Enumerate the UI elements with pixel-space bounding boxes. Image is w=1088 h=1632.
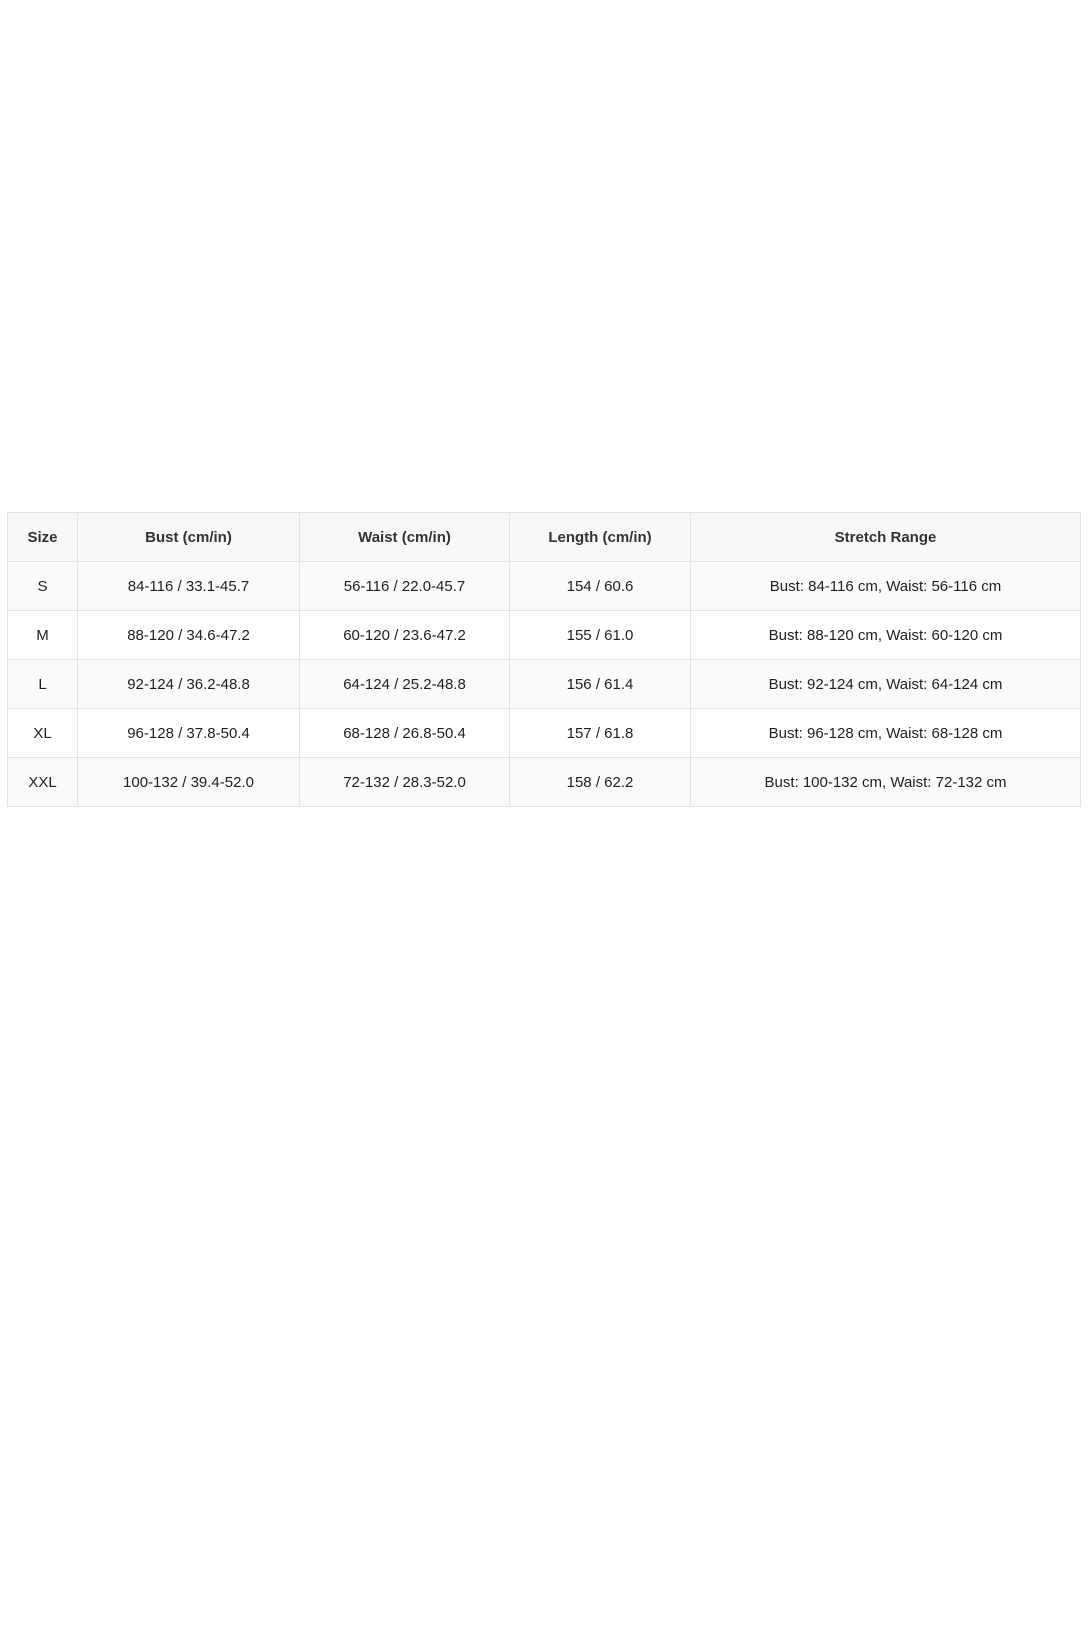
cell-waist: 64-124 / 25.2-48.8 xyxy=(299,659,510,709)
header-row: Size Bust (cm/in) Waist (cm/in) Length (… xyxy=(7,512,1081,562)
cell-stretch-range: Bust: 100-132 cm, Waist: 72-132 cm xyxy=(690,757,1081,807)
cell-bust: 88-120 / 34.6-47.2 xyxy=(77,610,300,660)
table-row-s: S 84-116 / 33.1-45.7 56-116 / 22.0-45.7 … xyxy=(7,561,1081,611)
cell-size: XL xyxy=(7,708,78,758)
cell-size: XXL xyxy=(7,757,78,807)
cell-bust: 84-116 / 33.1-45.7 xyxy=(77,561,300,611)
cell-bust: 92-124 / 36.2-48.8 xyxy=(77,659,300,709)
cell-length: 158 / 62.2 xyxy=(509,757,691,807)
cell-bust: 100-132 / 39.4-52.0 xyxy=(77,757,300,807)
table-row-xl: XL 96-128 / 37.8-50.4 68-128 / 26.8-50.4… xyxy=(7,708,1081,758)
cell-stretch-range: Bust: 92-124 cm, Waist: 64-124 cm xyxy=(690,659,1081,709)
table-row-xxl: XXL 100-132 / 39.4-52.0 72-132 / 28.3-52… xyxy=(7,757,1081,807)
header-waist: Waist (cm/in) xyxy=(299,512,510,562)
cell-length: 154 / 60.6 xyxy=(509,561,691,611)
cell-waist: 60-120 / 23.6-47.2 xyxy=(299,610,510,660)
table-body: S 84-116 / 33.1-45.7 56-116 / 22.0-45.7 … xyxy=(7,561,1081,807)
cell-waist: 56-116 / 22.0-45.7 xyxy=(299,561,510,611)
header-stretch-range: Stretch Range xyxy=(690,512,1081,562)
header-size: Size xyxy=(7,512,78,562)
cell-stretch-range: Bust: 88-120 cm, Waist: 60-120 cm xyxy=(690,610,1081,660)
cell-waist: 72-132 / 28.3-52.0 xyxy=(299,757,510,807)
cell-size: M xyxy=(7,610,78,660)
cell-length: 156 / 61.4 xyxy=(509,659,691,709)
cell-length: 157 / 61.8 xyxy=(509,708,691,758)
table-row-l: L 92-124 / 36.2-48.8 64-124 / 25.2-48.8 … xyxy=(7,659,1081,709)
header-length: Length (cm/in) xyxy=(509,512,691,562)
cell-stretch-range: Bust: 96-128 cm, Waist: 68-128 cm xyxy=(690,708,1081,758)
table-row-m: M 88-120 / 34.6-47.2 60-120 / 23.6-47.2 … xyxy=(7,610,1081,660)
cell-stretch-range: Bust: 84-116 cm, Waist: 56-116 cm xyxy=(690,561,1081,611)
cell-size: L xyxy=(7,659,78,709)
cell-length: 155 / 61.0 xyxy=(509,610,691,660)
table-header: Size Bust (cm/in) Waist (cm/in) Length (… xyxy=(7,512,1081,562)
cell-waist: 68-128 / 26.8-50.4 xyxy=(299,708,510,758)
header-bust: Bust (cm/in) xyxy=(77,512,300,562)
cell-size: S xyxy=(7,561,78,611)
size-chart-table: Size Bust (cm/in) Waist (cm/in) Length (… xyxy=(7,512,1081,807)
cell-bust: 96-128 / 37.8-50.4 xyxy=(77,708,300,758)
